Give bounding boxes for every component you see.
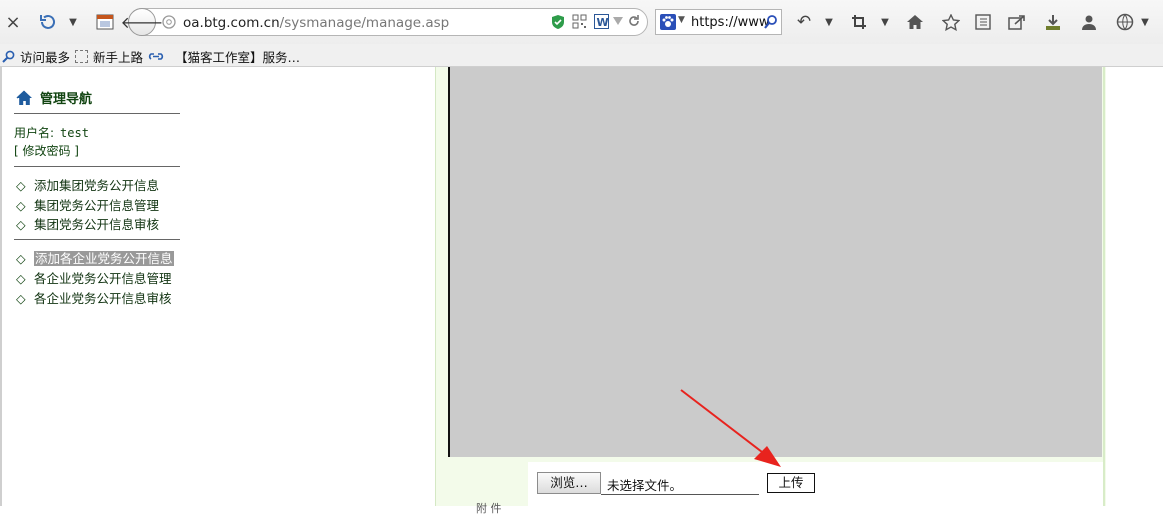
annotation-arrow-icon bbox=[680, 389, 781, 467]
